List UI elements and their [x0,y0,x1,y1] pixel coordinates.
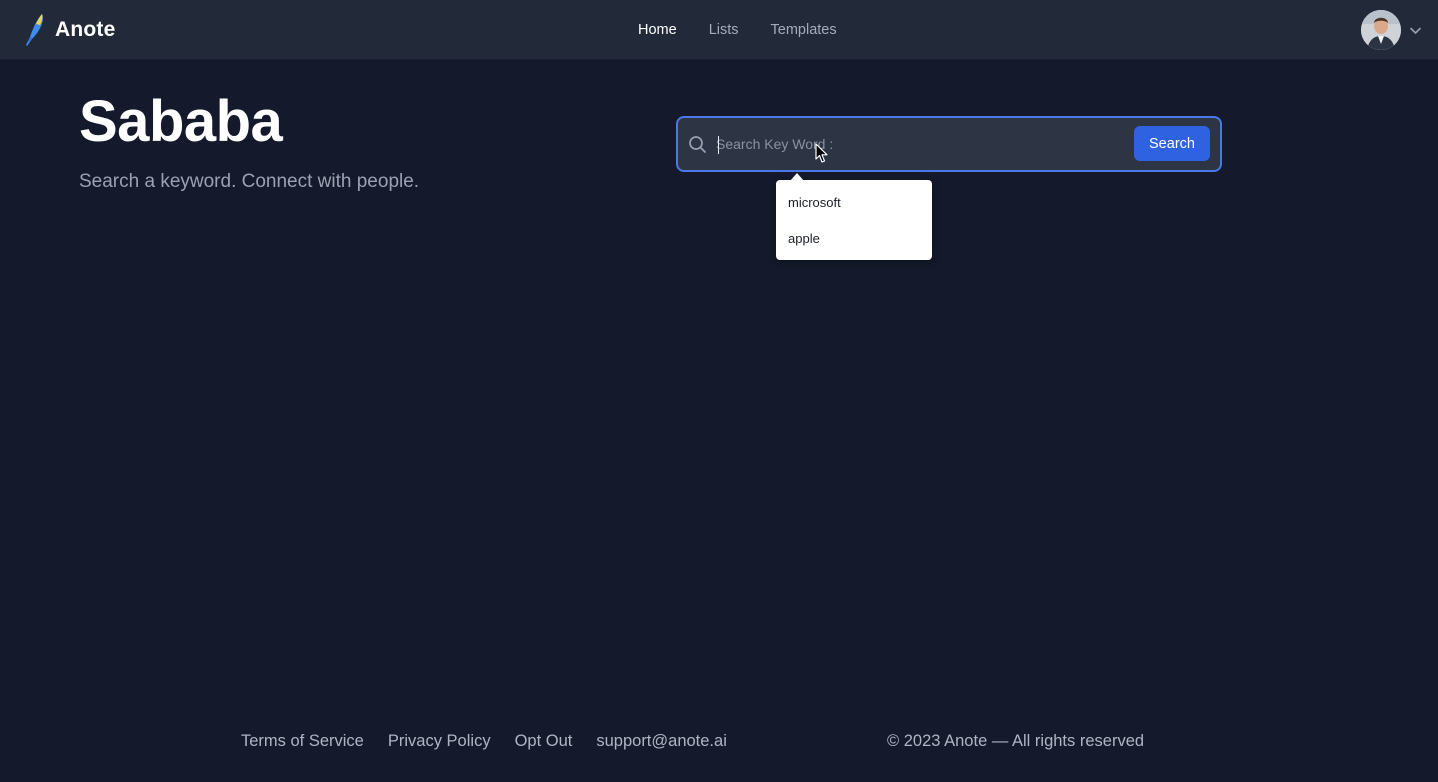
footer: Terms of Service Privacy Policy Opt Out … [0,715,1438,782]
mouse-pointer-icon [815,143,828,163]
feather-logo-icon [26,14,43,46]
dropdown-pointer [790,173,804,181]
top-navbar: Anote Home Lists Templates [0,0,1438,60]
chevron-down-icon[interactable] [1409,24,1422,37]
user-avatar[interactable] [1361,10,1401,50]
page: Anote Home Lists Templates Sababa Search… [0,0,1438,782]
search-icon [689,136,706,153]
nav-item-lists[interactable]: Lists [693,0,755,60]
brand-home-link[interactable]: Anote [22,13,116,47]
search-bar: Search [676,116,1222,172]
search-input[interactable] [716,128,1126,160]
footer-links: Terms of Service Privacy Policy Opt Out … [241,732,751,751]
search-suggestions-dropdown: microsoft apple [776,173,932,260]
brand-name: Anote [55,18,116,41]
footer-link-terms[interactable]: Terms of Service [241,732,364,751]
nav-item-home[interactable]: Home [622,0,693,60]
avatar-portrait-icon [1361,10,1401,50]
nav-item-templates[interactable]: Templates [755,0,853,60]
footer-link-support-email[interactable]: support@anote.ai [596,732,727,751]
text-caret [718,136,719,154]
copyright-text: © 2023 Anote — All rights reserved [887,732,1145,750]
footer-link-opt-out[interactable]: Opt Out [515,732,573,751]
account-menu[interactable] [1361,10,1422,50]
search-button[interactable]: Search [1134,126,1210,161]
page-subtitle: Search a keyword. Connect with people. [79,171,420,192]
main-nav: Home Lists Templates [622,0,853,60]
page-title: Sababa [79,89,283,154]
footer-link-privacy[interactable]: Privacy Policy [388,732,491,751]
suggestion-item-apple[interactable]: apple [788,231,820,246]
suggestion-item-microsoft[interactable]: microsoft [788,195,841,210]
